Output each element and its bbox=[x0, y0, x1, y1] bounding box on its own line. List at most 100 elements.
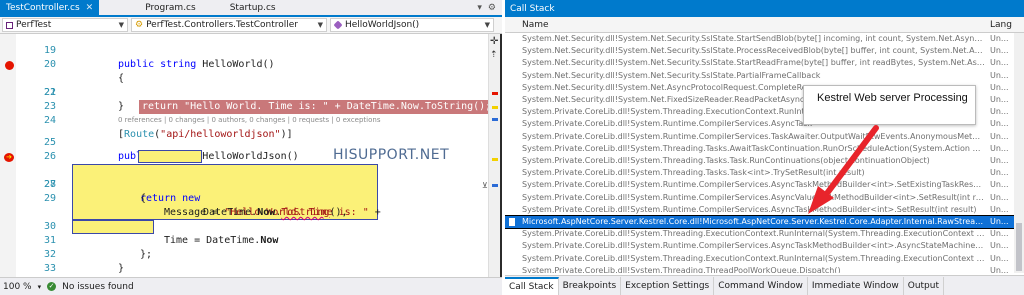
chevron-down-icon[interactable]: ▾ bbox=[38, 283, 42, 291]
call-stack-frame[interactable]: System.Private.CoreLib.dll!System.Thread… bbox=[505, 228, 1024, 240]
frame-name: System.Private.CoreLib.dll!System.Runtim… bbox=[522, 204, 977, 214]
frame-name: System.Private.CoreLib.dll!System.Runtim… bbox=[522, 241, 985, 251]
scroll-thumb[interactable] bbox=[1016, 223, 1022, 271]
call-stack-frame-selected[interactable]: Microsoft.AspNetCore.Server.Kestrel.Core… bbox=[505, 214, 1024, 230]
code-line: DateTime.Now.ToString(), bbox=[0, 192, 488, 218]
call-stack-frame[interactable]: System.Net.Security.dll!System.Net.Secur… bbox=[505, 33, 1024, 45]
call-stack-frame[interactable]: System.Private.CoreLib.dll!System.Thread… bbox=[505, 143, 1024, 155]
frame-name: System.Net.Security.dll!System.Net.Secur… bbox=[522, 58, 985, 68]
breakpoint-icon[interactable] bbox=[5, 61, 14, 70]
issues-status[interactable]: No issues found bbox=[62, 282, 134, 292]
column-header-lang[interactable]: Lang bbox=[987, 20, 1012, 30]
chevron-down-icon: ▼ bbox=[484, 21, 490, 29]
project-name: PerfTest bbox=[16, 20, 52, 30]
call-stack-frame[interactable]: System.Private.CoreLib.dll!System.Runtim… bbox=[505, 240, 1024, 252]
class-name: PerfTest.Controllers.TestController bbox=[146, 20, 298, 30]
call-stack-frame[interactable]: System.Net.Security.dll!System.Net.Secur… bbox=[505, 57, 1024, 69]
frame-name: Microsoft.AspNetCore.Server.Kestrel.Core… bbox=[522, 217, 985, 226]
tab-command-window[interactable]: Command Window bbox=[714, 277, 808, 295]
tab-immediate-window[interactable]: Immediate Window bbox=[808, 277, 904, 295]
code-line: 24 [Route("api/helloworldjson")] bbox=[0, 100, 488, 140]
project-dropdown[interactable]: PerfTest ▼ bbox=[2, 18, 128, 32]
tab-exception-settings[interactable]: Exception Settings bbox=[621, 277, 715, 295]
chevron-down-icon: ▼ bbox=[118, 21, 124, 29]
code-line: 28 { bbox=[0, 164, 488, 204]
call-stack-frame[interactable]: System.Private.CoreLib.dll!System.Runtim… bbox=[505, 131, 1024, 143]
code-line-breakpoint: 21 return "Hello World. Time is: " + Dat… bbox=[0, 58, 492, 114]
tab-testcontroller[interactable]: TestController.cs ✕ bbox=[0, 0, 100, 15]
editor-status-bar: 100 % ▾ ✓ No issues found bbox=[0, 277, 502, 295]
code-line: 22 } bbox=[0, 72, 488, 112]
pin-icon[interactable]: ⇡ bbox=[490, 50, 498, 60]
member-name: HelloWorldJson() bbox=[345, 20, 420, 30]
selection-marker bbox=[492, 184, 498, 187]
split-add-icon[interactable]: ✛ bbox=[490, 36, 498, 47]
frame-name: System.Private.CoreLib.dll!System.Thread… bbox=[522, 156, 930, 165]
code-line: 29 Message = "Hello World. Time is: " + bbox=[0, 178, 488, 218]
close-icon[interactable]: ✕ bbox=[86, 3, 94, 13]
frame-name: System.Private.CoreLib.dll!System.Runtim… bbox=[522, 180, 985, 190]
frame-name: System.Private.CoreLib.dll!System.Thread… bbox=[522, 265, 841, 273]
member-dropdown[interactable]: HelloWorldJson() ▼ bbox=[330, 18, 494, 32]
call-stack-frame[interactable]: System.Private.CoreLib.dll!System.Runtim… bbox=[505, 204, 1024, 216]
call-stack-window: Call Stack Name Lang System.Net.Security… bbox=[505, 0, 1024, 295]
call-stack-frame[interactable]: System.Private.CoreLib.dll!System.Thread… bbox=[505, 155, 1024, 167]
class-dropdown[interactable]: ⚙ PerfTest.Controllers.TestController ▼ bbox=[131, 18, 327, 32]
code-line: 25 public object HelloWorldJson() bbox=[0, 122, 488, 163]
code-line: 30 Time = DateTime.Now bbox=[0, 206, 488, 246]
code-line: 31 }; bbox=[0, 220, 488, 260]
call-stack-frame[interactable]: System.Private.CoreLib.dll!System.Runtim… bbox=[505, 179, 1024, 191]
method-icon bbox=[333, 20, 343, 30]
code-line: 23 bbox=[0, 86, 488, 112]
column-header-name[interactable]: Name bbox=[505, 20, 987, 30]
call-stack-scrollbar[interactable] bbox=[1014, 33, 1024, 273]
tab-label: Program.cs bbox=[145, 2, 196, 13]
tab-startup[interactable]: Startup.cs bbox=[224, 0, 282, 15]
frame-name: System.Net.Security.dll!System.Net.Secur… bbox=[522, 34, 985, 43]
navigation-bar: PerfTest ▼ ⚙ PerfTest.Controllers.TestCo… bbox=[0, 17, 502, 34]
code-line: 20 { bbox=[0, 44, 488, 84]
call-stack-frame[interactable]: System.Private.CoreLib.dll!System.Thread… bbox=[505, 167, 1024, 179]
check-icon: ✓ bbox=[47, 282, 57, 291]
zoom-level[interactable]: 100 % bbox=[3, 282, 32, 292]
annotation-callout: Kestrel Web server Processing bbox=[803, 85, 976, 125]
frame-name: System.Net.Security.dll!System.Net.Secur… bbox=[522, 46, 985, 56]
tab-output[interactable]: Output bbox=[904, 277, 944, 295]
code-area[interactable]: 19 public string HelloWorld() 20 { 21 re… bbox=[0, 34, 492, 277]
editor-scrollbar[interactable]: ✛ ⇡ bbox=[488, 34, 500, 277]
code-line: 34 [Route("api/staticpage")] bbox=[0, 262, 488, 276]
call-stack-frame[interactable]: System.Private.CoreLib.dll!System.Runtim… bbox=[505, 192, 1024, 204]
current-statement-arrow-icon: ➔ bbox=[4, 153, 14, 162]
frame-name: System.Private.CoreLib.dll!System.Thread… bbox=[522, 253, 985, 263]
current-line-marker bbox=[492, 106, 498, 109]
code-line: 33 bbox=[0, 248, 488, 274]
call-stack-frame[interactable]: System.Net.Security.dll!System.Net.Secur… bbox=[505, 70, 1024, 82]
code-editor[interactable]: TestController.cs ✕ Program.cs Startup.c… bbox=[0, 0, 502, 295]
breakpoint-marker bbox=[492, 92, 498, 95]
class-icon: ⚙ bbox=[135, 20, 144, 30]
frame-name: System.Private.CoreLib.dll!System.Thread… bbox=[522, 168, 865, 178]
frame-name: System.Private.CoreLib.dll!System.Thread… bbox=[522, 143, 985, 153]
watermark-text: HISUPPORT.NET bbox=[333, 147, 450, 163]
call-stack-titlebar: Call Stack bbox=[505, 0, 1024, 17]
code-line: 32 } bbox=[0, 234, 488, 274]
frame-name: System.Net.Security.dll!System.Net.Secur… bbox=[522, 70, 821, 80]
window-title: Call Stack bbox=[510, 3, 555, 14]
chevron-down-icon[interactable]: ▾ bbox=[477, 3, 482, 13]
tab-label: Startup.cs bbox=[229, 2, 276, 13]
chevron-down-icon: ▼ bbox=[317, 21, 323, 29]
tab-breakpoints[interactable]: Breakpoints bbox=[559, 277, 622, 295]
frame-name: System.Private.CoreLib.dll!System.Runtim… bbox=[522, 192, 985, 202]
tab-program[interactable]: Program.cs bbox=[139, 0, 201, 15]
csharp-project-icon bbox=[6, 21, 13, 29]
selection-marker bbox=[492, 118, 498, 121]
collapse-icon[interactable]: ⊻ bbox=[482, 181, 488, 190]
frame-name: System.Private.CoreLib.dll!System.Thread… bbox=[522, 229, 985, 239]
call-stack-frame[interactable]: System.Net.Security.dll!System.Net.Secur… bbox=[505, 45, 1024, 57]
column-headers: Name Lang bbox=[505, 17, 1024, 33]
document-tabs: TestController.cs ✕ Program.cs Startup.c… bbox=[0, 0, 502, 17]
tab-call-stack[interactable]: Call Stack bbox=[505, 277, 559, 295]
settings-icon[interactable]: ⚙ bbox=[488, 3, 496, 13]
call-stack-frame[interactable]: System.Private.CoreLib.dll!System.Thread… bbox=[505, 253, 1024, 265]
call-stack-frame[interactable]: System.Private.CoreLib.dll!System.Thread… bbox=[505, 265, 1024, 273]
